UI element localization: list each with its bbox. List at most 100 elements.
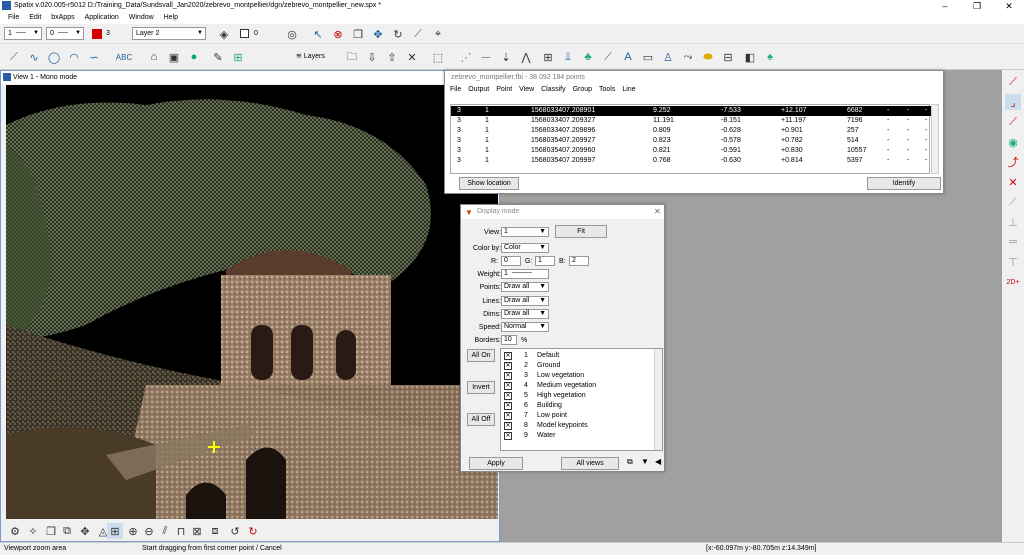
weight-select[interactable]: 1 ──── <box>501 269 549 279</box>
table-row[interactable]: 3 1 1568035407.209927 0.823 -0.578 +0.782 514 -… <box>451 136 931 146</box>
menu-edit[interactable]: Edit <box>29 12 41 24</box>
line-icon[interactable]: ⟋ <box>1005 114 1021 130</box>
measure-view-icon[interactable]: ⫽ <box>157 523 173 539</box>
redo-view-icon[interactable]: ↻ <box>245 523 261 539</box>
maximize-button[interactable]: ❐ <box>962 0 992 12</box>
chart-icon[interactable]: ⫫ <box>560 49 576 65</box>
trim-icon[interactable]: ⟋ <box>1005 74 1021 90</box>
dims-select[interactable]: Draw all ▼ <box>501 309 549 319</box>
color-by-select[interactable]: Color ▼ <box>501 243 549 253</box>
pan-icon[interactable]: ✥ <box>77 523 93 539</box>
extend-icon[interactable]: ⤴ <box>1005 154 1021 170</box>
frame-icon[interactable]: ⊠ <box>189 523 205 539</box>
r-select[interactable]: 0 <box>501 256 521 266</box>
apply-button[interactable]: Apply <box>469 457 523 470</box>
all-off-button[interactable]: All Off <box>467 413 495 426</box>
view-select[interactable]: 1 ▼ <box>501 227 549 237</box>
import-icon[interactable]: ⇩ <box>364 49 380 65</box>
fit-all-icon[interactable]: ⧈ <box>207 523 223 539</box>
list-item[interactable]: ✕ 6 Building <box>504 401 654 411</box>
all-views-button[interactable]: All views <box>561 457 619 470</box>
class-list[interactable]: ✕ 1 Default ✕ 2 Ground ✕ 3 Low vegetation ✕ 4 Mediu… <box>500 348 663 451</box>
g-select[interactable]: 1 <box>535 256 555 266</box>
2d-mode-icon[interactable]: 2D+ <box>1005 274 1021 290</box>
windows-icon[interactable]: ⧉ <box>59 523 75 539</box>
pw-menu-point[interactable]: Point <box>496 86 512 93</box>
speed-select[interactable]: Normal ▼ <box>501 322 549 332</box>
target-icon[interactable]: ◎ <box>284 26 300 42</box>
checkbox[interactable]: ✕ <box>504 422 512 430</box>
road-icon[interactable]: ⤳ <box>680 49 696 65</box>
table-row[interactable]: 3 1 1568033407.209327 11.191 -8.151 +11.197 71… <box>451 116 931 126</box>
color-swatch[interactable] <box>92 29 102 39</box>
menu-window[interactable]: Window <box>129 12 154 24</box>
menu-bxapps[interactable]: bxApps <box>51 12 74 24</box>
line-style-select[interactable]: 1 ── ▼ <box>4 27 42 40</box>
table-row[interactable]: 3 1 1568035407.209960 0.821 -0.591 +0.830 1055… <box>451 146 931 156</box>
checkbox[interactable]: ✕ <box>504 352 512 360</box>
dialog-close-icon[interactable]: ✕ <box>654 207 661 216</box>
class-list-scrollbar[interactable] <box>654 349 662 450</box>
checkbox[interactable]: ✕ <box>504 372 512 380</box>
wire-icon[interactable]: ⟋ <box>600 49 616 65</box>
intersect-icon[interactable]: ✕ <box>1005 174 1021 190</box>
pw-menu-tools[interactable]: Tools <box>599 86 615 93</box>
lines-select[interactable]: Draw all ▼ <box>501 296 549 306</box>
roof-icon[interactable]: ⋀ <box>518 49 534 65</box>
list-item[interactable]: ✕ 1 Default <box>504 351 654 361</box>
parallel-icon[interactable]: ═ <box>1005 234 1021 250</box>
label-icon[interactable]: A <box>620 49 636 65</box>
cube-icon[interactable]: ▣ <box>166 49 182 65</box>
menu-help[interactable]: Help <box>164 12 178 24</box>
undo-view-icon[interactable]: ↺ <box>227 523 243 539</box>
point-cloud-canvas[interactable] <box>6 85 498 519</box>
fit-button[interactable]: Fit <box>555 225 607 238</box>
checkbox[interactable]: ✕ <box>504 382 512 390</box>
pw-menu-view[interactable]: View <box>519 86 534 93</box>
vegetation-icon[interactable]: ♠ <box>762 49 778 65</box>
borders-input[interactable]: 10 <box>501 335 517 345</box>
pw-menu-group[interactable]: Group <box>573 86 592 93</box>
checkbox[interactable]: ✕ <box>504 412 512 420</box>
offset-icon[interactable]: ⟋ <box>1005 194 1021 210</box>
zoom-out-icon[interactable]: ⊖ <box>141 523 157 539</box>
invert-button[interactable]: Invert <box>467 381 495 394</box>
badge-icon[interactable]: ● <box>186 49 202 65</box>
grid-icon[interactable]: ⊞ <box>540 49 556 65</box>
checkbox[interactable]: ✕ <box>504 392 512 400</box>
place-circle-icon[interactable]: ◯ <box>46 49 62 65</box>
fence-icon[interactable]: ⬚ <box>430 49 446 65</box>
list-item[interactable]: ✕ 5 High vegetation <box>504 391 654 401</box>
place-curve-icon[interactable]: ∽ <box>86 49 102 65</box>
corner-icon[interactable]: ⌟ <box>1005 94 1021 110</box>
identify-button[interactable]: Identify <box>867 177 941 190</box>
list-item[interactable]: ✕ 9 Water <box>504 431 654 441</box>
layers-button[interactable]: ≋ Layers <box>296 48 332 66</box>
select-arrow-icon[interactable]: ↖ <box>310 26 326 42</box>
broom-icon[interactable]: ✧ <box>25 523 41 539</box>
collapse-down-icon[interactable]: ▼ <box>641 457 649 466</box>
person-icon[interactable]: ♙ <box>660 49 676 65</box>
close-button[interactable]: ✕ <box>994 0 1024 12</box>
dock-icon[interactable]: ⧉ <box>627 457 633 467</box>
perpendicular-icon[interactable]: ⊥ <box>1005 214 1021 230</box>
pencil-icon[interactable]: ✎ <box>210 49 226 65</box>
list-item[interactable]: ✕ 8 Model keypoints <box>504 421 654 431</box>
open-folder-icon[interactable]: 🗀 <box>344 49 360 65</box>
close-file-icon[interactable]: ✕ <box>404 49 420 65</box>
copy-view-icon[interactable]: ❐ <box>43 523 59 539</box>
down-arrow-icon[interactable]: ⇣ <box>498 49 514 65</box>
point-table-scrollbar[interactable] <box>931 104 939 174</box>
fill-color-swatch[interactable] <box>240 29 249 38</box>
line-weight-select[interactable]: 0 ── ▼ <box>46 27 84 40</box>
tangent-icon[interactable]: ⊤ <box>1005 254 1021 270</box>
measure-icon[interactable]: ⟋ <box>410 26 426 42</box>
list-item[interactable]: ✕ 2 Ground <box>504 361 654 371</box>
point-snap-icon[interactable]: ◉ <box>1005 134 1021 150</box>
rotate-icon[interactable]: ↻ <box>390 26 406 42</box>
view-settings-icon[interactable]: ⚙ <box>7 523 23 539</box>
ground-profile-icon[interactable]: ⏤ <box>478 49 494 65</box>
pw-menu-file[interactable]: File <box>450 86 461 93</box>
move-element-icon[interactable]: ✥ <box>370 26 386 42</box>
b-select[interactable]: 2 <box>569 256 589 266</box>
